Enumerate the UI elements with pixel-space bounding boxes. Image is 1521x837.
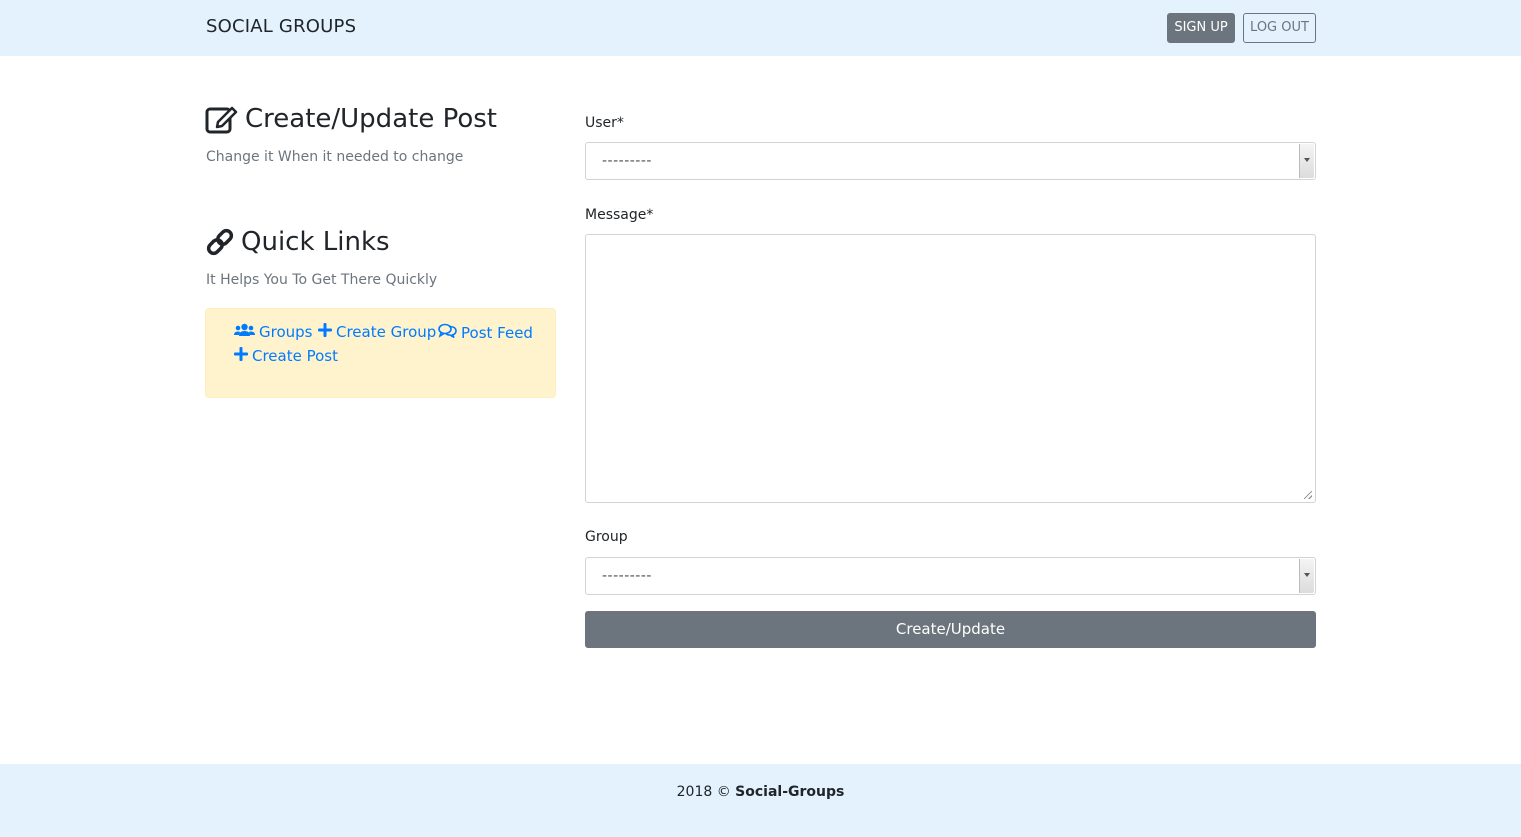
navbar: SOCIAL GROUPS SIGN UP LOG OUT bbox=[0, 0, 1521, 56]
edit-icon bbox=[205, 104, 239, 134]
user-field-label: User* bbox=[585, 115, 624, 131]
message-textarea[interactable] bbox=[585, 234, 1316, 503]
users-icon bbox=[234, 323, 255, 341]
footer: 2018 © Social-Groups bbox=[0, 764, 1521, 837]
group-select-value: --------- bbox=[602, 568, 652, 584]
plus-icon bbox=[318, 323, 332, 341]
footer-site-name: Social-Groups bbox=[735, 784, 845, 800]
create-group-link-label: Create Group bbox=[336, 323, 437, 341]
chevron-down-icon bbox=[1299, 144, 1314, 178]
create-post-link-label: Create Post bbox=[252, 347, 338, 365]
create-group-link[interactable]: Create Group bbox=[318, 323, 436, 341]
groups-link[interactable]: Groups bbox=[234, 323, 312, 341]
quick-links-title: Quick Links bbox=[241, 227, 390, 257]
message-field-label: Message* bbox=[585, 207, 654, 223]
user-select[interactable]: --------- bbox=[585, 142, 1316, 180]
create-post-link[interactable]: Create Post bbox=[234, 347, 338, 365]
create-post-title: Create/Update Post bbox=[245, 104, 497, 134]
post-feed-link-label: Post Feed bbox=[461, 323, 533, 342]
post-feed-link[interactable]: Post Feed bbox=[438, 323, 533, 342]
footer-year: 2018 © bbox=[676, 784, 731, 800]
chevron-down-icon bbox=[1299, 559, 1314, 593]
create-post-heading: Create/Update Post bbox=[205, 104, 497, 134]
user-select-value: --------- bbox=[602, 153, 652, 169]
comments-icon bbox=[438, 323, 457, 342]
footer-text: 2018 © Social-Groups bbox=[0, 784, 1521, 800]
resize-handle-icon[interactable] bbox=[1304, 491, 1312, 499]
group-select[interactable]: --------- bbox=[585, 557, 1316, 595]
quick-links-box: Groups Create Group Post Feed Create Pos… bbox=[205, 308, 556, 398]
quick-links-heading: Quick Links bbox=[205, 227, 390, 257]
group-field-label: Group bbox=[585, 529, 628, 545]
groups-link-label: Groups bbox=[259, 323, 313, 341]
link-icon bbox=[205, 227, 235, 257]
quick-links-subtitle: It Helps You To Get There Quickly bbox=[206, 272, 438, 288]
create-post-subtitle: Change it When it needed to change bbox=[206, 149, 464, 165]
signup-button[interactable]: SIGN UP bbox=[1167, 13, 1235, 43]
plus-icon bbox=[234, 347, 248, 365]
logout-button[interactable]: LOG OUT bbox=[1243, 13, 1316, 43]
brand-link[interactable]: SOCIAL GROUPS bbox=[206, 16, 356, 37]
create-update-button[interactable]: Create/Update bbox=[585, 611, 1316, 648]
